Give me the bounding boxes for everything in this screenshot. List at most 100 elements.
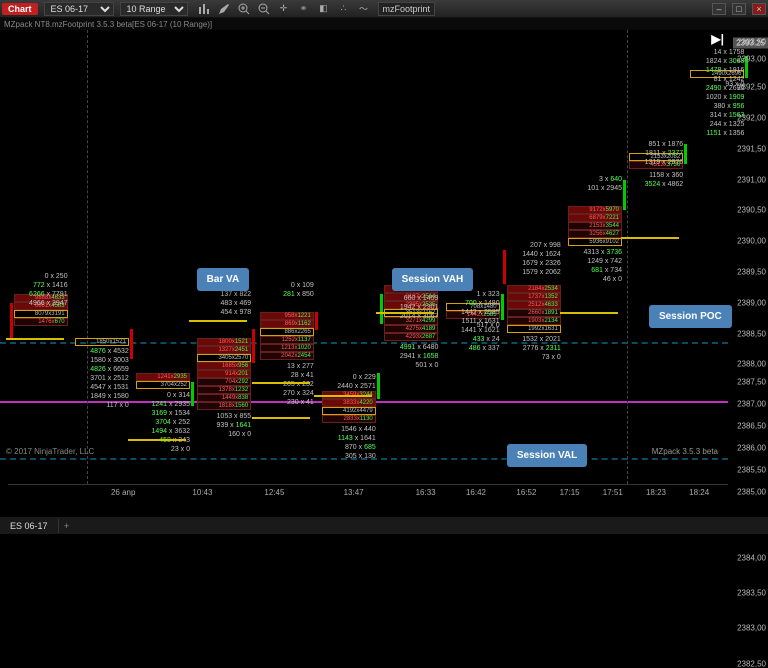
- cluster-text: 3 x 640101 x 2945: [568, 175, 622, 206]
- bar-level-dash: [314, 395, 372, 397]
- bar-va-callout: Bar VA: [197, 268, 250, 291]
- cluster-text: 4876 x 45321580 x 30034826 x 66593701 x …: [75, 347, 129, 410]
- candle-body: [503, 250, 506, 284]
- time-tick: 16:42: [466, 488, 486, 497]
- footprint-bar[interactable]: 3069 x 14842137 x 25142395 x 25353513 x …: [382, 30, 440, 484]
- footprint-bar[interactable]: 958 x 1221869 x 1162886 x 22651252 x 113…: [258, 30, 316, 484]
- candle-body: [623, 180, 626, 210]
- footprint-bar[interactable]: 2184 x 25341737 x 13522512 x 46332660 x …: [505, 30, 563, 484]
- cluster-row: 914 x 201: [197, 370, 251, 378]
- price-tick: 2384,00: [737, 554, 766, 563]
- window-close-icon[interactable]: ×: [752, 3, 766, 15]
- price-tick: 2389,00: [737, 298, 766, 307]
- cluster-row: 2833 x 1130: [322, 415, 376, 423]
- bar-level-dash: [376, 312, 434, 314]
- footprint-bar[interactable]: 3459 x 32443833 x 42204192 x 44792833 x …: [320, 30, 378, 484]
- cluster-row: 2184 x 2534: [507, 285, 561, 293]
- cluster-text-below: 1053 x 855939 x 1641160 x 0: [197, 412, 251, 439]
- cluster-text-below: 4991 x 64802941 x 1658501 x 0: [384, 343, 438, 370]
- candle-body: [252, 329, 255, 363]
- price-tick: 2391,00: [737, 175, 766, 184]
- chart-tag: Chart: [2, 3, 38, 15]
- price-tick: 2385,00: [737, 488, 766, 497]
- copyright-label: © 2017 NinjaTrader, LLC: [6, 447, 94, 456]
- footprint-bar[interactable]: 9888 x 46336861 x 45838079 x 31911476 x …: [12, 30, 70, 484]
- time-tick: 10:43: [192, 488, 212, 497]
- instrument-select[interactable]: ES 06-17: [44, 2, 114, 16]
- cluster-row: 1449 x 838: [197, 394, 251, 402]
- pencil-icon[interactable]: [218, 3, 230, 15]
- volume-cluster: 9172 x 59706879 x 72212153 x 35443256 x …: [568, 206, 622, 246]
- footprint-bar[interactable]: 2153 x 20824313 x 3736851 x 18761811 x 2…: [627, 30, 685, 484]
- plot-region[interactable]: 9888 x 46336861 x 45838079 x 31911476 x …: [8, 30, 728, 484]
- price-tick: 2393,50: [737, 38, 766, 47]
- data-icon[interactable]: ◧: [318, 3, 330, 15]
- footprint-bar[interactable]: 9172 x 59706879 x 72212153 x 35443256 x …: [566, 30, 624, 484]
- price-tick: 2387,50: [737, 378, 766, 387]
- bar-level-dash: [252, 382, 310, 384]
- candle-body: [501, 294, 504, 320]
- bar-level-dash: [189, 320, 247, 322]
- volume-cluster: 958 x 1221869 x 1162886 x 22651252 x 113…: [260, 312, 314, 360]
- volume-cluster: 1850 x 1521: [75, 338, 129, 346]
- volume-cluster: 2184 x 25341737 x 13522512 x 46332660 x …: [507, 285, 561, 333]
- window-max-icon[interactable]: □: [732, 3, 746, 15]
- time-tick: 17:15: [560, 488, 580, 497]
- cluster-text-below: 1158 x 3603524 x 4862: [629, 171, 683, 189]
- cluster-text: 0 x 109281 x 850: [260, 281, 314, 312]
- price-tick: 2388,00: [737, 360, 766, 369]
- tab-add-button[interactable]: +: [59, 521, 75, 531]
- bar-level-dash: [621, 237, 679, 239]
- time-tick: 12:45: [264, 488, 284, 497]
- footprint-bar[interactable]: 1850 x 15214876 x 45321580 x 30034826 x …: [73, 30, 131, 484]
- cluster-row: 6879 x 7221: [568, 214, 622, 222]
- price-tick: 2383,00: [737, 624, 766, 633]
- price-tick: 2390,50: [737, 206, 766, 215]
- session-poc-callout: Session POC: [649, 305, 732, 328]
- cluster-row: 1241 x 2935: [136, 373, 190, 381]
- scatter-icon[interactable]: ∴: [338, 3, 350, 15]
- cluster-text-below: 1546 x 4401143 x 1641870 x 685305 x 130: [322, 425, 376, 461]
- price-tick: 2392,50: [737, 83, 766, 92]
- time-tick: 13:47: [344, 488, 364, 497]
- candle-body: [191, 382, 194, 406]
- indicator-icon[interactable]: 〜: [358, 3, 370, 15]
- price-tick: 2385,50: [737, 466, 766, 475]
- window-min-icon[interactable]: –: [712, 3, 726, 15]
- cluster-text-below: 1532 x 20212776 x 231173 x 0: [507, 335, 561, 362]
- link-icon[interactable]: ⚭: [298, 3, 310, 15]
- cluster-text: 0 x 250772 x 14166266 x 77914966 x 3947: [14, 272, 68, 294]
- cluster-row: 1992 x 1631: [507, 325, 561, 333]
- range-select[interactable]: 10 Range: [120, 2, 188, 16]
- chart-area[interactable]: ▶| 9888 x 46336861 x 45838079 x 31911476…: [0, 30, 768, 498]
- price-tick: 2388,50: [737, 329, 766, 338]
- cluster-row: 4293 x 2687: [384, 333, 438, 341]
- cluster-row: 1800 x 1521: [197, 338, 251, 346]
- crosshair-icon[interactable]: ✛: [278, 3, 290, 15]
- time-tick: 16:52: [516, 488, 536, 497]
- cluster-row: 1850 x 1521: [75, 338, 129, 346]
- indicator-name[interactable]: mzFootprint: [378, 2, 436, 16]
- cluster-row: 4192 x 4479: [322, 407, 376, 415]
- candle-body: [130, 329, 133, 359]
- time-axis[interactable]: 26 anp10:4312:4513:4716:3316:4216:5217:1…: [8, 484, 728, 498]
- cluster-text-below: 4313 x 37361249 x 742681 x 73446 x 0: [568, 248, 622, 284]
- footprint-bar[interactable]: 1241 x 29353704 x 2520 x 3141241 x 29353…: [134, 30, 192, 484]
- cluster-row: 958 x 1221: [260, 312, 314, 320]
- cluster-text-below: 13 x 27728 x 41205 x 232270 x 324230 x 4…: [260, 362, 314, 407]
- footprint-bar[interactable]: 1800 x 15211327 x 24513405 x 25701685 x …: [195, 30, 253, 484]
- time-tick: 17:51: [603, 488, 623, 497]
- bar-level-dash: [252, 417, 310, 419]
- cluster-row: 869 x 1162: [260, 320, 314, 328]
- price-tick: 2386,00: [737, 444, 766, 453]
- session-val-callout: Session VAL: [507, 444, 587, 467]
- zoom-in-icon[interactable]: [238, 3, 250, 15]
- zoom-out-icon[interactable]: [258, 3, 270, 15]
- price-axis[interactable]: 2393.25 2393,502393,002392,502392,002391…: [728, 30, 768, 484]
- bars-icon[interactable]: [198, 3, 210, 15]
- price-tick: 2391,50: [737, 144, 766, 153]
- cluster-row: 5936 x 9102: [568, 238, 622, 246]
- tab-instrument[interactable]: ES 06-17: [0, 519, 59, 533]
- footprint-bar[interactable]: 708 x 14801442 x 25851 x 323700 x 148014…: [444, 30, 502, 484]
- cluster-row: 1378 x 1232: [197, 386, 251, 394]
